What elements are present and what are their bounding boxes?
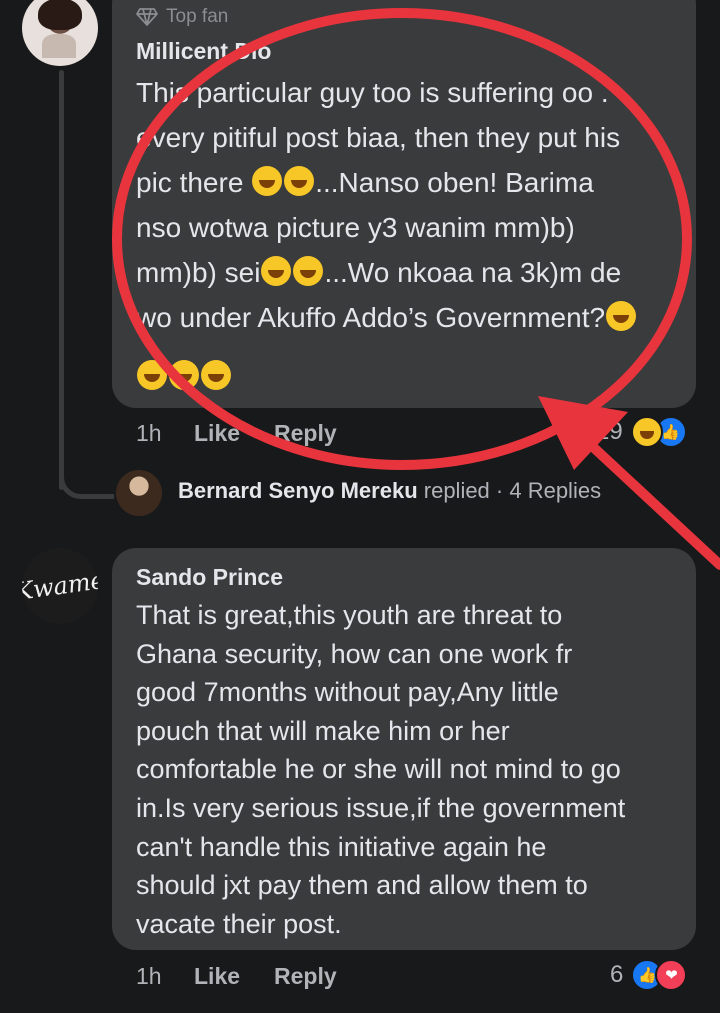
comment-line: comfortable he or she will not mind to g… <box>136 754 621 785</box>
thread-curve <box>59 460 114 499</box>
avatar-sando[interactable]: Kwame <box>22 548 98 624</box>
haha-icon <box>630 416 663 448</box>
rofl-emoji <box>261 256 292 286</box>
comment-line: That is great,this youth are threat to <box>136 600 563 630</box>
comment-actions-2: 1h Like Reply <box>136 963 337 990</box>
comment-fragment: ...Wo nkoaa na 3k)m de <box>324 257 622 288</box>
timestamp[interactable]: 1h <box>136 420 194 447</box>
reply-avatar[interactable] <box>116 470 162 516</box>
comment-line: pouch that will make him or her <box>136 715 510 746</box>
comment-line: in.Is very serious issue,if the governme… <box>136 793 626 824</box>
reaction-summary-1[interactable]: 29 👍 <box>596 416 687 448</box>
top-fan-badge: Top fan <box>136 6 228 28</box>
reaction-summary-2[interactable]: 6 👍 ❤ <box>610 959 688 991</box>
comment-line: This particular guy too is suffering oo … <box>136 77 609 108</box>
thread-line <box>59 70 64 490</box>
rofl-emoji <box>252 166 283 196</box>
rofl-emoji <box>284 166 315 196</box>
comment-actions-1: 1h Like Reply <box>136 420 337 447</box>
love-icon: ❤ <box>655 959 688 991</box>
avatar-signature-text: Kwame <box>22 565 98 607</box>
comment-author-2[interactable]: Sando Prince <box>136 564 283 591</box>
comment-text-2: That is great,this youth are threat to G… <box>136 596 684 943</box>
rofl-emoji <box>606 301 637 331</box>
comment-fragment: pic there <box>136 167 244 198</box>
reply-button[interactable]: Reply <box>274 420 337 447</box>
avatar-millicent[interactable] <box>22 0 98 66</box>
comment-line: Ghana security, how can one work fr <box>136 638 573 669</box>
comment-line-mixed: mm)b) sei ...Wo nkoaa na 3k)m de <box>136 252 676 297</box>
reaction-count: 6 <box>610 961 624 988</box>
diamond-icon <box>136 8 158 26</box>
comment-fragment: ...Nanso oben! Barima <box>315 167 594 198</box>
comment-text-1: This particular guy too is suffering oo … <box>136 72 676 342</box>
rofl-emoji <box>137 360 167 390</box>
view-replies-link[interactable]: Bernard Senyo Mereku replied · 4 Replies <box>178 478 601 504</box>
reply-author: Bernard Senyo Mereku <box>178 478 418 503</box>
comment-line: good 7months without pay,Any little <box>136 677 559 708</box>
timestamp[interactable]: 1h <box>136 963 194 990</box>
rofl-emoji <box>169 360 199 390</box>
like-button[interactable]: Like <box>194 963 274 990</box>
comment-fragment: mm)b) sei <box>136 257 261 288</box>
comment-line-mixed: pic there ...Nanso oben! Barima <box>136 162 676 207</box>
rofl-emoji <box>201 360 231 390</box>
reply-button[interactable]: Reply <box>274 963 337 990</box>
reaction-count: 29 <box>596 418 623 445</box>
badge-label: Top fan <box>166 6 229 27</box>
comment-line: should jxt pay them and allow them to <box>136 870 588 901</box>
comment-fragment: wo under Akuffo Addo’s Government? <box>136 302 606 333</box>
reply-count-text: replied · 4 Replies <box>417 478 602 503</box>
comment-line: every pitiful post biaa, then they put h… <box>136 122 621 153</box>
emoji-row <box>136 360 232 390</box>
like-button[interactable]: Like <box>194 420 274 447</box>
rofl-emoji <box>293 256 324 286</box>
comment-line: nso wotwa picture y3 wanim mm)b) <box>136 212 575 243</box>
comment-line-mixed: wo under Akuffo Addo’s Government? <box>136 297 676 342</box>
comment-line: vacate their post. <box>136 908 342 939</box>
comment-author-1[interactable]: Millicent Dio <box>136 38 271 65</box>
comment-line: can't handle this initiative again he <box>136 831 547 862</box>
